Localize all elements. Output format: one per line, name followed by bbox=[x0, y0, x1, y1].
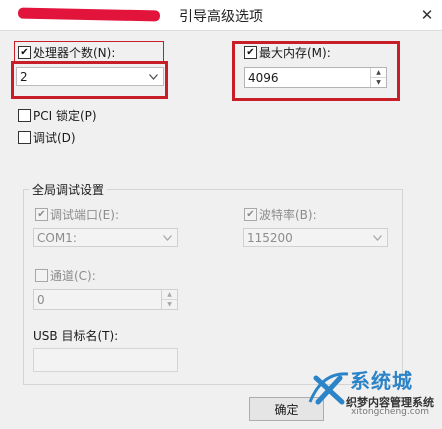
stepper-buttons: ▲ ▼ bbox=[161, 290, 177, 309]
chevron-down-icon bbox=[370, 229, 385, 246]
close-icon[interactable]: ✕ bbox=[412, 0, 442, 30]
channel-value: 0 bbox=[37, 293, 45, 307]
watermark: 系统城 织梦内容管理系统 xitongcheng.com bbox=[302, 362, 442, 429]
baud-rate-checkbox[interactable]: ✔ bbox=[244, 208, 257, 221]
processor-count-label: 处理器个数(N): bbox=[33, 46, 116, 60]
triangle-up-icon[interactable]: ▲ bbox=[371, 68, 386, 78]
pci-lock-label: PCI 锁定(P) bbox=[33, 109, 97, 123]
title-bar: 引导高级选项 ✕ bbox=[0, 0, 442, 31]
chevron-down-icon bbox=[160, 229, 175, 246]
chevron-down-icon bbox=[146, 68, 161, 85]
debug-checkbox[interactable] bbox=[18, 131, 31, 144]
debug-port-value: COM1: bbox=[37, 231, 77, 245]
baud-rate-label: 波特率(B): bbox=[259, 208, 317, 222]
usb-target-input[interactable] bbox=[33, 348, 178, 372]
baud-rate-value: 115200 bbox=[247, 231, 293, 245]
channel-checkbox[interactable] bbox=[35, 269, 48, 282]
pci-lock-checkbox[interactable] bbox=[18, 109, 31, 122]
max-memory-checkbox[interactable]: ✔ bbox=[244, 46, 257, 59]
usb-target-label: USB 目标名(T): bbox=[33, 329, 119, 343]
triangle-up-icon[interactable]: ▲ bbox=[162, 290, 177, 300]
max-memory-label: 最大内存(M): bbox=[259, 46, 331, 60]
global-debug-title: 全局调试设置 bbox=[29, 181, 108, 198]
debug-port-checkbox[interactable]: ✔ bbox=[35, 208, 48, 221]
triangle-down-icon[interactable]: ▼ bbox=[371, 78, 386, 87]
stepper-buttons: ▲ ▼ bbox=[370, 68, 386, 87]
watermark-url: xitongcheng.com bbox=[351, 407, 429, 417]
debug-port-label: 调试端口(E): bbox=[50, 208, 119, 222]
debug-port-select[interactable]: COM1: bbox=[33, 228, 178, 247]
processor-count-checkbox[interactable]: ✔ bbox=[18, 46, 31, 59]
debug-label: 调试(D) bbox=[33, 131, 76, 145]
processor-count-value: 2 bbox=[20, 70, 28, 84]
channel-stepper[interactable]: 0 ▲ ▼ bbox=[33, 289, 178, 310]
processor-count-select[interactable]: 2 bbox=[16, 67, 164, 86]
max-memory-value: 4096 bbox=[248, 71, 279, 85]
max-memory-stepper[interactable]: 4096 ▲ ▼ bbox=[244, 67, 387, 88]
window-title: 引导高级选项 bbox=[179, 9, 263, 25]
watermark-brand: 系统城 bbox=[350, 369, 413, 393]
channel-label: 通道(C): bbox=[50, 269, 96, 283]
triangle-down-icon[interactable]: ▼ bbox=[162, 300, 177, 309]
baud-rate-select[interactable]: 115200 bbox=[243, 228, 388, 247]
